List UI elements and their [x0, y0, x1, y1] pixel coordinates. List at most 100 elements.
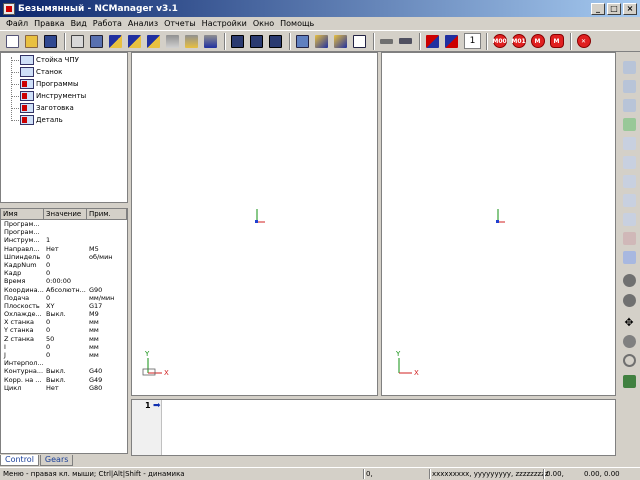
property-row[interactable]: Кадр 0 — [1, 269, 127, 277]
n-arrows-icon[interactable] — [424, 33, 441, 50]
property-row[interactable]: Инструм... 1 — [1, 236, 127, 244]
column-header-note[interactable]: Прим. — [87, 209, 127, 219]
rotate-icon[interactable] — [621, 352, 637, 368]
hand-icon[interactable] — [621, 192, 637, 208]
forward-icon[interactable] — [145, 33, 162, 50]
tool-blue-icon[interactable] — [202, 33, 219, 50]
zoom-window-icon[interactable] — [621, 272, 637, 288]
property-row[interactable]: Координа... Абсолютн... G90 — [1, 286, 127, 294]
property-row[interactable]: Подача 0 мм/мин — [1, 294, 127, 302]
open-folder-icon[interactable] — [23, 33, 40, 50]
view-frame-icon[interactable] — [351, 33, 368, 50]
property-row[interactable]: Направл... Нет M5 — [1, 245, 127, 253]
property-note: G49 — [89, 375, 103, 384]
property-note: мм — [89, 326, 99, 335]
stop-hand-label: M — [549, 34, 564, 48]
menu-view[interactable]: Вид — [68, 19, 90, 28]
column-header-value[interactable]: Значение — [44, 209, 87, 219]
menu-window[interactable]: Окно — [250, 19, 277, 28]
view-iso-icon[interactable] — [294, 33, 311, 50]
cnc-icon — [20, 55, 34, 65]
stop-hand-button[interactable]: M — [548, 33, 565, 50]
close-button[interactable]: × — [623, 2, 637, 15]
property-row[interactable]: X станка 0 мм — [1, 318, 127, 326]
property-row[interactable]: Охлажде... Выкл. M9 — [1, 310, 127, 318]
property-row[interactable]: КадрNum 0 — [1, 261, 127, 269]
document-icon[interactable] — [621, 211, 637, 227]
tree-item-cnc[interactable]: Стойка ЧПУ — [11, 54, 79, 66]
property-note: мм/мин — [89, 293, 115, 302]
redo-icon[interactable] — [621, 78, 637, 94]
menu-file[interactable]: Файл — [3, 19, 31, 28]
menu-work[interactable]: Работа — [90, 19, 125, 28]
tree-item-tools[interactable]: Инструменты — [11, 90, 86, 102]
zoom-icon[interactable] — [621, 333, 637, 349]
stop-m01-button[interactable]: M01 — [510, 33, 527, 50]
tab-gears[interactable]: Gears — [39, 455, 74, 466]
property-value: Нет — [46, 244, 59, 253]
minimize-button[interactable]: _ — [591, 2, 605, 15]
property-row[interactable]: J 0 мм — [1, 351, 127, 359]
bracket-icon[interactable] — [621, 173, 637, 189]
monitor-split-icon[interactable] — [248, 33, 265, 50]
property-row[interactable]: Програм... — [1, 228, 127, 236]
note-icon[interactable] — [621, 154, 637, 170]
cancel-icon[interactable]: ✕ — [575, 33, 592, 50]
gray-bar-icon[interactable] — [378, 33, 395, 50]
property-value: 0 — [46, 293, 51, 302]
property-row[interactable]: Цикл Нет G80 — [1, 384, 127, 392]
replace-icon[interactable] — [621, 97, 637, 113]
n-jump-icon[interactable] — [443, 33, 460, 50]
tab-control[interactable]: Control — [0, 455, 39, 466]
monitor-quad-icon[interactable] — [267, 33, 284, 50]
tree-item-stock[interactable]: Заготовка — [11, 102, 74, 114]
n-square-icon[interactable] — [621, 249, 637, 265]
app-icon[interactable] — [3, 2, 15, 15]
property-row[interactable]: I 0 мм — [1, 343, 127, 351]
tree-item-machine[interactable]: Станок — [11, 66, 62, 78]
rewind-icon[interactable] — [126, 33, 143, 50]
property-row[interactable]: Корр. на ... Выкл. G49 — [1, 376, 127, 384]
line-number-field[interactable]: 1 — [464, 33, 481, 49]
pan-icon[interactable]: ✥ — [621, 314, 637, 330]
n-numbering-icon[interactable] — [621, 230, 637, 246]
tool-yellow-icon[interactable] — [183, 33, 200, 50]
stop-m-button[interactable]: M — [529, 33, 546, 50]
tool-filter-icon[interactable] — [164, 33, 181, 50]
view-path-icon[interactable] — [332, 33, 349, 50]
menu-reports[interactable]: Отчеты — [161, 19, 199, 28]
viewport-right[interactable]: Y X — [381, 52, 616, 396]
property-row[interactable]: Контурна... Выкл. G40 — [1, 367, 127, 375]
property-row[interactable]: Время 0:00:00 — [1, 277, 127, 285]
property-row[interactable]: Интерпол... — [1, 359, 127, 367]
program-editor[interactable]: 1 ➡ — [131, 399, 616, 456]
menu-edit[interactable]: Правка — [31, 19, 67, 28]
viewport-left[interactable]: Y X — [131, 52, 378, 396]
column-header-name[interactable]: Имя — [1, 209, 44, 219]
stock-box-icon[interactable] — [69, 33, 86, 50]
view-tool-icon[interactable] — [313, 33, 330, 50]
property-row[interactable]: Шпиндель 0 об/мин — [1, 253, 127, 261]
menu-settings[interactable]: Настройки — [199, 19, 250, 28]
stop-m00-button[interactable]: M00 — [491, 33, 508, 50]
check-icon[interactable] — [621, 116, 637, 132]
bar-icon[interactable] — [397, 33, 414, 50]
property-row[interactable]: Плоскость XY G17 — [1, 302, 127, 310]
tree-item-part[interactable]: Деталь — [11, 114, 63, 126]
back-arrow-icon[interactable] — [621, 373, 637, 389]
step-icon[interactable] — [107, 33, 124, 50]
tree-item-programs[interactable]: Программы — [11, 78, 79, 90]
property-row[interactable]: Z станка 50 мм — [1, 335, 127, 343]
property-row[interactable]: Y станка 0 мм — [1, 326, 127, 334]
zoom-fit-icon[interactable] — [621, 292, 637, 308]
new-file-icon[interactable] — [4, 33, 21, 50]
maximize-button[interactable]: □ — [607, 2, 621, 15]
save-icon[interactable] — [42, 33, 59, 50]
monitor-icon[interactable] — [229, 33, 246, 50]
list-icon[interactable] — [621, 135, 637, 151]
property-row[interactable]: Програм... — [1, 220, 127, 228]
menu-help[interactable]: Помощь — [277, 19, 317, 28]
menu-analysis[interactable]: Анализ — [125, 19, 161, 28]
undo-icon[interactable] — [621, 59, 637, 75]
part-cube-icon[interactable] — [88, 33, 105, 50]
